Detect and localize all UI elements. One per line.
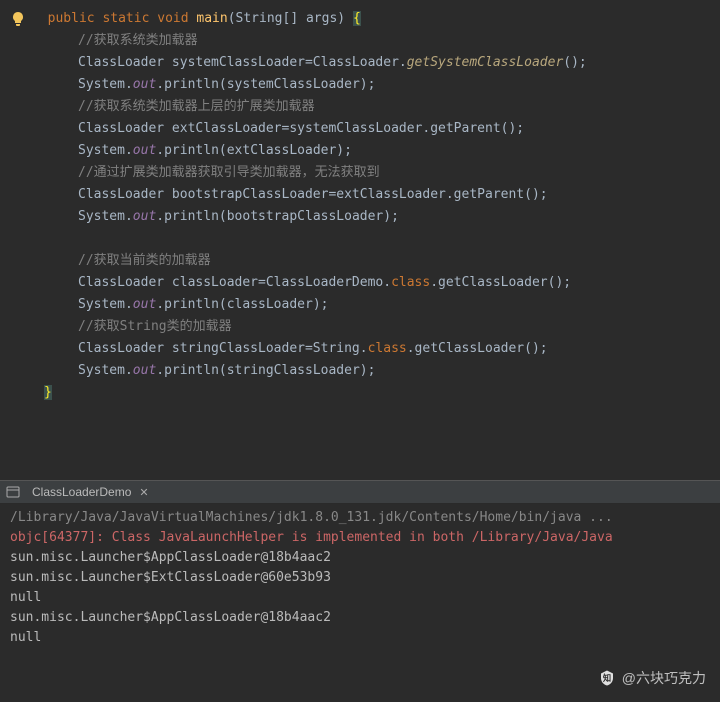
console-line: null <box>10 628 710 648</box>
code-line: System.out.println(stringClassLoader); <box>10 360 720 382</box>
code-line <box>10 228 720 250</box>
run-tab-label: ClassLoaderDemo <box>32 485 131 499</box>
code-line: //通过扩展类加载器获取引导类加载器，无法获取到 <box>10 162 720 184</box>
code-line: //获取系统类加载器 <box>10 30 720 52</box>
code-line: //获取String类的加载器 <box>10 316 720 338</box>
code-line: //获取系统类加载器上层的扩展类加载器 <box>10 96 720 118</box>
code-line: ClassLoader bootstrapClassLoader=extClas… <box>10 184 720 206</box>
watermark-text: @六块巧克力 <box>622 668 706 688</box>
code-line: ClassLoader systemClassLoader=ClassLoade… <box>10 52 720 74</box>
run-config-icon <box>6 485 20 499</box>
code-line: ClassLoader stringClassLoader=String.cla… <box>10 338 720 360</box>
run-tab[interactable]: ClassLoaderDemo ✕ <box>26 481 155 503</box>
svg-text:知: 知 <box>602 673 611 683</box>
code-line: ClassLoader classLoader=ClassLoaderDemo.… <box>10 272 720 294</box>
code-line: System.out.println(classLoader); <box>10 294 720 316</box>
console-line: /Library/Java/JavaVirtualMachines/jdk1.8… <box>10 508 710 528</box>
code-line: System.out.println(systemClassLoader); <box>10 74 720 96</box>
console-output[interactable]: /Library/Java/JavaVirtualMachines/jdk1.8… <box>0 504 720 652</box>
code-line: ClassLoader extClassLoader=systemClassLo… <box>10 118 720 140</box>
watermark: 知 @六块巧克力 <box>598 668 706 688</box>
console-line: sun.misc.Launcher$AppClassLoader@18b4aac… <box>10 608 710 628</box>
console-line: sun.misc.Launcher$AppClassLoader@18b4aac… <box>10 548 710 568</box>
code-line: System.out.println(bootstrapClassLoader)… <box>10 206 720 228</box>
zhihu-icon: 知 <box>598 669 616 687</box>
console-line: sun.misc.Launcher$ExtClassLoader@60e53b9… <box>10 568 710 588</box>
run-panel-header: ClassLoaderDemo ✕ <box>0 480 720 504</box>
code-line: public static void main(String[] args) { <box>32 8 361 30</box>
console-line-error: objc[64377]: Class JavaLaunchHelper is i… <box>10 528 710 548</box>
close-icon[interactable]: ✕ <box>139 486 148 499</box>
code-line: } <box>10 382 720 404</box>
console-line: null <box>10 588 710 608</box>
code-editor[interactable]: public static void main(String[] args) {… <box>0 0 720 480</box>
code-line: //获取当前类的加载器 <box>10 250 720 272</box>
code-line: System.out.println(extClassLoader); <box>10 140 720 162</box>
intention-bulb-icon[interactable] <box>10 11 26 27</box>
